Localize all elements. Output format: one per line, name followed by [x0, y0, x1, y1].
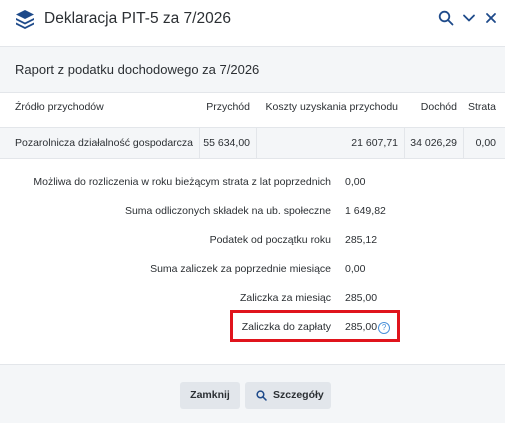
summary-label-prior-advances: Suma zaliczek za poprzednie miesiące: [150, 263, 331, 275]
column-divider: [463, 128, 464, 158]
summary-value-prior-advances: 0,00: [345, 263, 366, 275]
cell-costs: 21 607,71: [351, 137, 398, 149]
table-row: Pozarolnicza działalność gospodarcza 55 …: [0, 127, 505, 159]
cell-loss: 0,00: [475, 137, 496, 149]
layers-icon: [16, 10, 34, 29]
cell-source: Pozarolnicza działalność gospodarcza: [15, 137, 194, 149]
column-header-loss: Strata: [467, 101, 496, 113]
dialog-header: Deklaracja PIT-5 za 7/2026: [0, 0, 505, 47]
summary-label-monthly-advance: Zaliczka za miesiąc: [239, 292, 331, 304]
column-header-income: Dochód: [420, 101, 457, 113]
column-divider: [404, 128, 405, 158]
dialog-footer: Zamknij Szczegóły: [0, 364, 505, 423]
chevron-down-icon[interactable]: [461, 10, 477, 26]
close-icon[interactable]: [483, 10, 499, 26]
summary-label-tax-ytd: Podatek od początku roku: [209, 234, 331, 246]
highlight-box: [230, 310, 400, 342]
column-divider: [256, 128, 257, 158]
dialog-title: Deklaracja PIT-5 za 7/2026: [44, 10, 231, 27]
summary-label-social-contributions: Suma odliczonych składek na ub. społeczn…: [124, 205, 331, 217]
details-button-label: Szczegóły: [273, 389, 324, 401]
summary-label-prior-loss: Możliwa do rozliczenia w roku bieżącym s…: [33, 176, 331, 188]
search-icon[interactable]: [438, 10, 454, 26]
search-icon: [256, 390, 267, 401]
summary-value-monthly-advance: 285,00: [345, 292, 378, 304]
summary-value-tax-ytd: 285,12: [345, 234, 378, 246]
report-header: Raport z podatku dochodowego za 7/2026: [0, 47, 505, 93]
summary-value-prior-loss: 0,00: [345, 176, 366, 188]
cell-revenue: 55 634,00: [203, 137, 250, 149]
summary-value-social-contributions: 1 649,82: [345, 205, 386, 217]
column-header-costs: Koszty uzyskania przychodu: [265, 101, 398, 113]
report-title: Raport z podatku dochodowego za 7/2026: [15, 62, 260, 77]
cell-income: 34 026,29: [410, 137, 457, 149]
details-button[interactable]: Szczegóły: [245, 382, 331, 409]
close-button[interactable]: Zamknij: [180, 382, 240, 409]
column-header-revenue: Przychód: [206, 101, 250, 113]
close-button-label: Zamknij: [190, 389, 230, 401]
column-divider: [199, 128, 200, 158]
column-header-source: Źródło przychodów: [15, 101, 104, 113]
